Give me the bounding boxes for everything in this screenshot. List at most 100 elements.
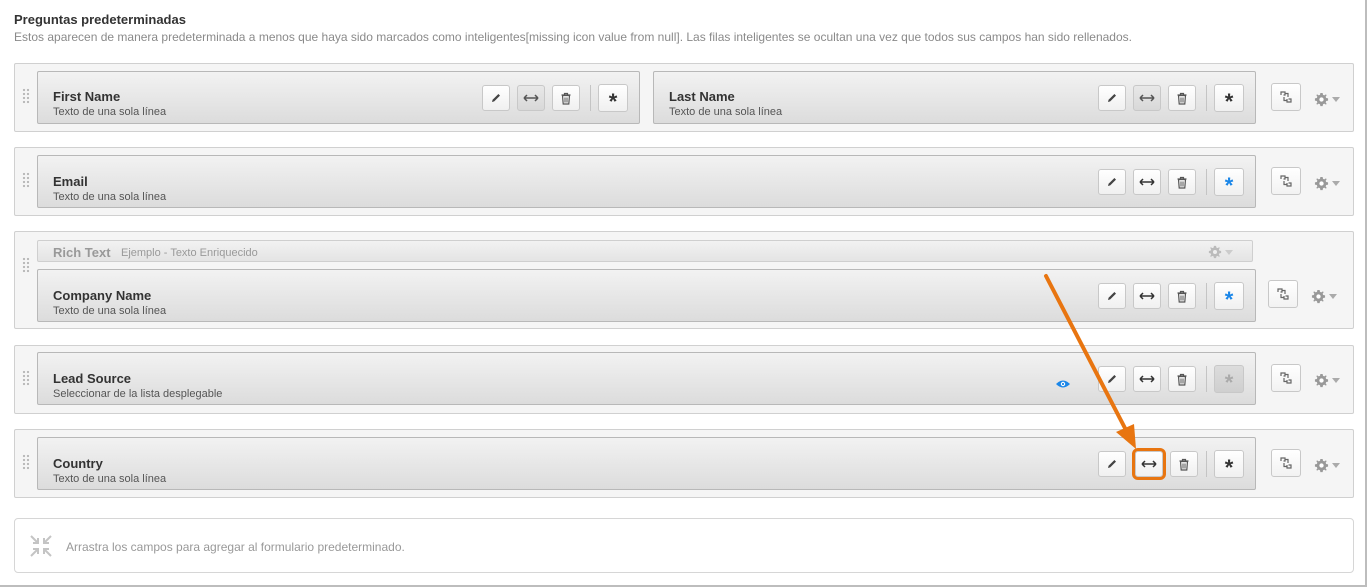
link-row-button[interactable] — [1271, 449, 1301, 477]
gear-icon — [1314, 458, 1329, 472]
divider — [590, 85, 591, 111]
link-icon — [1280, 372, 1292, 384]
field-name: First Name — [53, 89, 121, 104]
divider — [1206, 85, 1207, 111]
link-row-button[interactable] — [1268, 280, 1298, 308]
link-row-button[interactable] — [1271, 364, 1301, 392]
delete-button[interactable] — [552, 85, 580, 111]
delete-button[interactable] — [1168, 283, 1196, 309]
width-toggle-button[interactable] — [1133, 366, 1161, 392]
pencil-icon — [1108, 292, 1116, 300]
delete-button[interactable] — [1168, 366, 1196, 392]
highlight-annotation — [1132, 448, 1166, 480]
row-settings-dropdown[interactable] — [1314, 457, 1344, 473]
chevron-down-icon — [1329, 293, 1337, 299]
field-card-country: Country Texto de una sola línea * — [37, 437, 1256, 490]
pencil-icon — [492, 94, 500, 102]
pencil-icon — [1108, 94, 1116, 102]
row-settings-dropdown[interactable] — [1314, 91, 1344, 107]
field-type: Texto de una sola línea — [53, 191, 167, 203]
divider — [1206, 366, 1207, 392]
chevron-down-icon — [1225, 249, 1233, 255]
width-toggle-button[interactable] — [1133, 169, 1161, 195]
link-icon — [1280, 457, 1292, 469]
drop-zone[interactable]: Arrastra los campos para agregar al form… — [14, 518, 1354, 573]
divider — [1206, 451, 1207, 477]
field-card-last-name: Last Name Texto de una sola línea * — [653, 71, 1256, 124]
field-type: Texto de una sola línea — [53, 106, 167, 118]
required-toggle-button[interactable]: * — [1214, 282, 1244, 312]
field-name: Country — [53, 456, 103, 471]
field-card-first-name: First Name Texto de una sola línea * — [37, 71, 640, 124]
drag-handle-icon[interactable] — [22, 370, 30, 386]
required-toggle-button[interactable]: * — [1214, 365, 1244, 395]
collapse-arrows-icon — [30, 535, 52, 557]
question-row-1: First Name Texto de una sola línea * Las… — [14, 63, 1354, 132]
trash-icon — [1177, 92, 1187, 105]
link-row-button[interactable] — [1271, 83, 1301, 111]
link-row-button[interactable] — [1271, 167, 1301, 195]
question-row-2: Email Texto de una sola línea * — [14, 147, 1354, 216]
chevron-down-icon — [1332, 462, 1340, 468]
asterisk-icon: * — [1224, 287, 1234, 312]
asterisk-icon: * — [1224, 173, 1234, 198]
drag-handle-icon[interactable] — [22, 454, 30, 470]
horizontal-arrows-icon — [1139, 94, 1155, 102]
rich-text-settings-dropdown[interactable] — [1208, 244, 1238, 260]
required-toggle-button[interactable]: * — [598, 84, 628, 114]
required-toggle-button[interactable]: * — [1214, 450, 1244, 479]
chevron-down-icon — [1332, 180, 1340, 186]
eye-icon[interactable] — [1055, 379, 1071, 389]
trash-icon — [1179, 458, 1189, 471]
drag-handle-icon[interactable] — [22, 88, 30, 104]
question-row-3: Rich Text Ejemplo - Texto Enriquecido Co… — [14, 231, 1354, 329]
delete-button[interactable] — [1170, 451, 1198, 477]
question-row-4: Lead Source Seleccionar de la lista desp… — [14, 345, 1354, 414]
width-toggle-button[interactable] — [517, 85, 545, 111]
width-toggle-button[interactable] — [1133, 85, 1161, 111]
edit-button[interactable] — [482, 85, 510, 111]
drag-handle-icon[interactable] — [22, 172, 30, 188]
pencil-icon — [1108, 460, 1116, 468]
edit-button[interactable] — [1098, 366, 1126, 392]
drop-zone-text: Arrastra los campos para agregar al form… — [66, 540, 405, 554]
link-icon — [1277, 288, 1289, 300]
horizontal-arrows-icon — [1139, 178, 1155, 186]
asterisk-icon: * — [608, 89, 618, 114]
field-name: Company Name — [53, 288, 152, 303]
delete-button[interactable] — [1168, 85, 1196, 111]
row-settings-dropdown[interactable] — [1314, 175, 1344, 191]
row-settings-dropdown[interactable] — [1314, 372, 1344, 388]
edit-button[interactable] — [1098, 85, 1126, 111]
gear-icon — [1314, 176, 1329, 190]
pencil-icon — [1108, 178, 1116, 186]
asterisk-icon: * — [1224, 89, 1234, 114]
delete-button[interactable] — [1168, 169, 1196, 195]
pencil-icon — [1108, 375, 1116, 383]
field-name: Last Name — [669, 89, 735, 104]
field-type: Texto de una sola línea — [669, 106, 783, 118]
field-card-email: Email Texto de una sola línea * — [37, 155, 1256, 208]
width-toggle-button[interactable] — [1133, 283, 1161, 309]
chevron-down-icon — [1332, 96, 1340, 102]
asterisk-icon: * — [1224, 370, 1234, 395]
gear-icon — [1314, 92, 1329, 106]
field-name: Lead Source — [53, 371, 132, 386]
edit-button[interactable] — [1098, 451, 1126, 477]
trash-icon — [1177, 290, 1187, 303]
edit-button[interactable] — [1098, 169, 1126, 195]
required-toggle-button[interactable]: * — [1214, 168, 1244, 198]
question-row-5: Country Texto de una sola línea * — [14, 429, 1354, 498]
divider — [1206, 169, 1207, 195]
gear-icon — [1311, 289, 1326, 303]
edit-button[interactable] — [1098, 283, 1126, 309]
section-description: Estos aparecen de manera predeterminada … — [14, 30, 1132, 44]
drag-handle-icon[interactable] — [22, 257, 30, 273]
gear-icon — [1314, 373, 1329, 387]
horizontal-arrows-icon — [1139, 375, 1155, 383]
field-type: Texto de una sola línea — [53, 305, 167, 317]
required-toggle-button[interactable]: * — [1214, 84, 1244, 114]
row-settings-dropdown[interactable] — [1311, 288, 1341, 304]
link-icon — [1280, 91, 1292, 103]
gear-icon — [1208, 245, 1222, 259]
